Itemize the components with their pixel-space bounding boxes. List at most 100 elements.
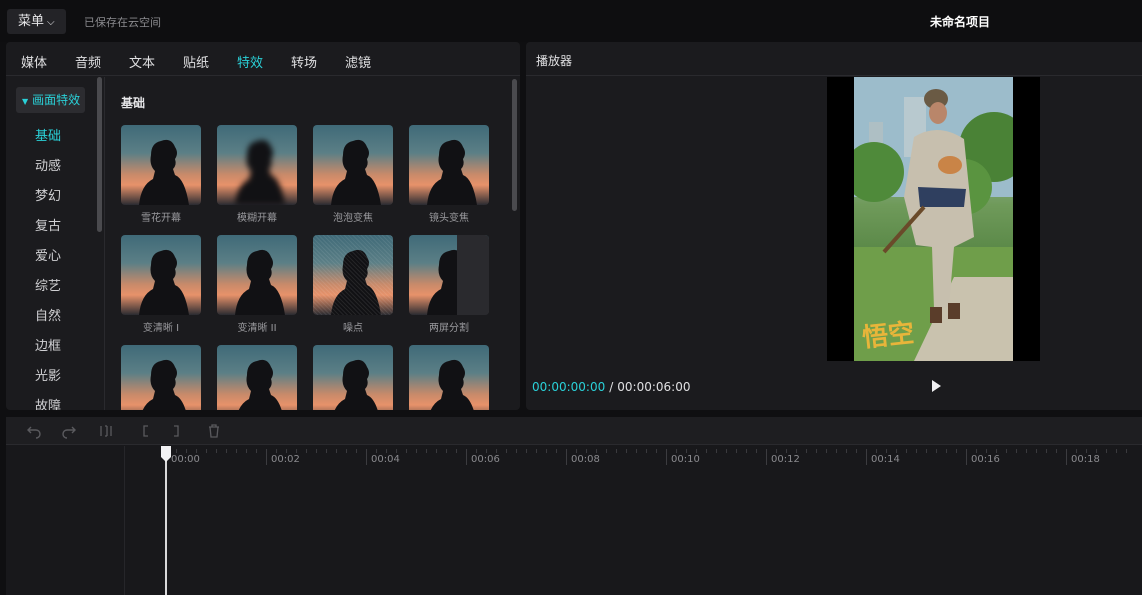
- effect-thumbnail[interactable]: [217, 125, 297, 205]
- timecode: 00:00:00:00/00:00:06:00: [532, 380, 690, 394]
- current-time: 00:00:00:00: [532, 380, 606, 394]
- ruler-minor-tick: [386, 449, 387, 453]
- effect-label: 镜头变焦: [429, 213, 469, 224]
- delete-icon[interactable]: [206, 423, 222, 439]
- ruler-minor-tick: [316, 449, 317, 453]
- tab-audio[interactable]: 音频: [75, 52, 101, 71]
- effect-label: 变清晰 I: [142, 323, 180, 334]
- ruler-minor-tick: [816, 449, 817, 453]
- ruler-minor-tick: [326, 449, 327, 453]
- ruler-minor-tick: [346, 449, 347, 453]
- effect-label: 泡泡变焦: [333, 213, 373, 224]
- tab-effects[interactable]: 特效: [237, 52, 263, 71]
- ruler-minor-tick: [836, 449, 837, 453]
- ruler-minor-tick: [376, 449, 377, 453]
- effect-thumbnail[interactable]: [313, 125, 393, 205]
- ruler-minor-tick: [576, 449, 577, 453]
- category-item[interactable]: 自然: [35, 305, 61, 324]
- ruler-minor-tick: [336, 449, 337, 453]
- timecode-separator: /: [609, 380, 614, 394]
- split-icon[interactable]: [98, 423, 114, 439]
- video-preview[interactable]: 悟空: [827, 77, 1040, 361]
- ruler-tick-label: 00:18: [1071, 454, 1100, 465]
- undo-icon[interactable]: [26, 423, 42, 439]
- category-item[interactable]: 复古: [35, 215, 61, 234]
- ruler-minor-tick: [456, 449, 457, 453]
- ruler-minor-tick: [896, 449, 897, 453]
- project-title[interactable]: 未命名项目: [930, 13, 990, 30]
- timeline-ruler[interactable]: 00:00 00:02 00:04 00:06 00:08 00:10 00:12 00:14…: [125, 446, 1142, 470]
- ruler-minor-tick: [826, 449, 827, 453]
- ruler-minor-tick: [1026, 449, 1027, 453]
- ruler-major-tick: [866, 449, 867, 465]
- ruler-minor-tick: [1106, 449, 1107, 453]
- ruler-minor-tick: [546, 449, 547, 453]
- ruler-minor-tick: [486, 449, 487, 453]
- ruler-minor-tick: [1046, 449, 1047, 453]
- effect-label: 模糊开幕: [237, 213, 277, 224]
- ruler-minor-tick: [696, 449, 697, 453]
- ruler-minor-tick: [416, 449, 417, 453]
- ruler-major-tick: [966, 449, 967, 465]
- player-header: 播放器: [526, 42, 1142, 76]
- category-item[interactable]: 动感: [35, 155, 61, 174]
- ruler-minor-tick: [506, 449, 507, 453]
- play-icon[interactable]: [928, 378, 944, 394]
- effect-thumbnail[interactable]: [121, 345, 201, 410]
- total-time: 00:00:06:00: [617, 380, 691, 394]
- ruler-major-tick: [1066, 449, 1067, 465]
- ruler-minor-tick: [926, 449, 927, 453]
- effect-thumbnail[interactable]: [313, 345, 393, 410]
- trim-left-icon[interactable]: [138, 423, 154, 439]
- category-item[interactable]: 综艺: [35, 275, 61, 294]
- effect-thumbnail[interactable]: [217, 235, 297, 315]
- ruler-minor-tick: [786, 449, 787, 453]
- effect-thumbnail[interactable]: [121, 125, 201, 205]
- ruler-minor-tick: [196, 449, 197, 453]
- ruler-minor-tick: [736, 449, 737, 453]
- effect-thumbnail[interactable]: [409, 235, 489, 315]
- ruler-minor-tick: [756, 449, 757, 453]
- ruler-minor-tick: [176, 449, 177, 453]
- tab-text[interactable]: 文本: [129, 52, 155, 71]
- effect-grid-scrollbar[interactable]: [512, 79, 517, 211]
- category-item[interactable]: 基础: [35, 125, 61, 144]
- category-item[interactable]: 边框: [35, 335, 61, 354]
- effect-thumbnail[interactable]: [409, 125, 489, 205]
- effect-section-title: 基础: [121, 96, 146, 110]
- category-item[interactable]: 光影: [35, 365, 61, 384]
- ruler-tick-label: 00:04: [371, 454, 400, 465]
- tab-transitions[interactable]: 转场: [291, 52, 317, 71]
- ruler-minor-tick: [1116, 449, 1117, 453]
- playhead-handle[interactable]: [161, 446, 171, 462]
- category-group-header[interactable]: ▼ 画面特效: [16, 87, 85, 113]
- ruler-minor-tick: [496, 449, 497, 453]
- effect-thumbnail[interactable]: [121, 235, 201, 315]
- ruler-minor-tick: [216, 449, 217, 453]
- ruler-minor-tick: [936, 449, 937, 453]
- effect-label: 变清晰 II: [237, 323, 277, 334]
- category-scrollbar[interactable]: [97, 77, 102, 232]
- tab-media[interactable]: 媒体: [21, 52, 47, 71]
- trim-right-icon[interactable]: [168, 423, 184, 439]
- playhead-line[interactable]: [165, 446, 167, 595]
- menu-button[interactable]: 菜单 ⌵: [7, 9, 66, 34]
- tab-filters[interactable]: 滤镜: [345, 52, 371, 71]
- effect-thumbnail[interactable]: [217, 345, 297, 410]
- ruler-minor-tick: [256, 449, 257, 453]
- redo-icon[interactable]: [61, 423, 77, 439]
- tab-stickers[interactable]: 贴纸: [183, 52, 209, 71]
- category-item[interactable]: 梦幻: [35, 185, 61, 204]
- effect-thumbnail[interactable]: [409, 345, 489, 410]
- category-item[interactable]: 爱心: [35, 245, 61, 264]
- ruler-tick-label: 00:06: [471, 454, 500, 465]
- player-panel: 播放器 悟空 00:00:00:00 / 00:00:06:00: [526, 42, 1142, 410]
- category-group-label: 画面特效: [32, 93, 81, 107]
- ruler-minor-tick: [1096, 449, 1097, 453]
- ruler-minor-tick: [656, 449, 657, 453]
- ruler-minor-tick: [616, 449, 617, 453]
- save-status: 已保存在云空间: [84, 16, 161, 29]
- effect-thumbnail[interactable]: [313, 235, 393, 315]
- ruler-minor-tick: [306, 449, 307, 453]
- category-item[interactable]: 故障: [35, 395, 61, 410]
